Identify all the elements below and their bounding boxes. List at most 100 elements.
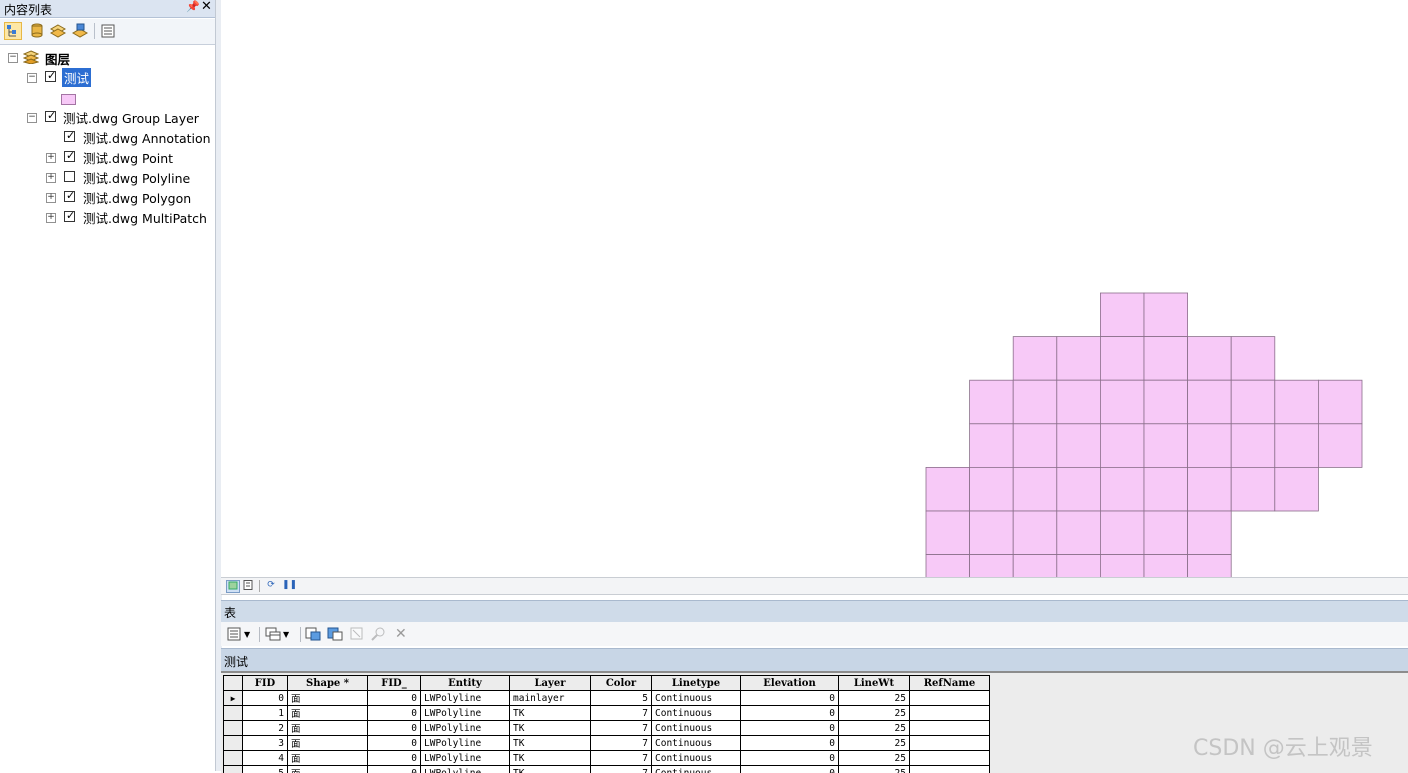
polygon-feature[interactable] <box>1057 467 1101 511</box>
table-cell[interactable]: TK <box>510 721 591 736</box>
table-cell[interactable]: Continuous <box>652 721 741 736</box>
layer-ceshi-symbol[interactable] <box>61 94 76 105</box>
polygon-feature[interactable] <box>1188 555 1232 577</box>
polygon-feature[interactable] <box>926 555 970 577</box>
column-header[interactable]: Shape * <box>288 676 368 691</box>
polygon-feature[interactable] <box>970 424 1014 468</box>
table-cell[interactable]: 25 <box>839 766 910 773</box>
polygon-feature[interactable] <box>1057 337 1101 381</box>
table-cell[interactable]: LWPolyline <box>421 736 510 751</box>
table-cell[interactable]: LWPolyline <box>421 751 510 766</box>
table-options-button[interactable]: ▼ <box>227 626 250 642</box>
table-cell[interactable]: 面 <box>288 766 368 773</box>
table-cell[interactable]: 5 <box>591 691 652 706</box>
polygon-feature[interactable] <box>1188 337 1232 381</box>
table-cell[interactable]: 25 <box>839 706 910 721</box>
polygon-feature[interactable] <box>1275 467 1319 511</box>
row-selector[interactable] <box>224 751 243 766</box>
annotation-layer-checkbox[interactable]: ✓ <box>64 131 75 142</box>
column-header[interactable]: Linetype <box>652 676 741 691</box>
table-cell[interactable]: Continuous <box>652 751 741 766</box>
polyline-layer-label[interactable]: 测试.dwg Polyline <box>83 168 190 187</box>
polygon-feature[interactable] <box>1013 467 1057 511</box>
group-layer-visibility-checkbox[interactable]: ✓ <box>45 111 56 122</box>
group-layer-label[interactable]: 测试.dwg Group Layer <box>63 108 199 127</box>
column-header[interactable]: Layer <box>510 676 591 691</box>
table-cell[interactable] <box>910 736 990 751</box>
table-cell[interactable] <box>910 706 990 721</box>
table-cell[interactable]: 1 <box>243 706 288 721</box>
data-frame-label[interactable]: 图层 <box>45 49 70 68</box>
table-cell[interactable]: 面 <box>288 706 368 721</box>
polygon-feature[interactable] <box>1231 424 1275 468</box>
table-cell[interactable] <box>910 751 990 766</box>
table-cell[interactable]: Continuous <box>652 766 741 773</box>
table-cell[interactable]: TK <box>510 751 591 766</box>
row-selector[interactable] <box>224 721 243 736</box>
options-button[interactable] <box>99 22 117 40</box>
collapse-layer-ceshi-button[interactable]: − <box>27 73 37 83</box>
table-cell[interactable]: 0 <box>741 691 839 706</box>
layout-view-button[interactable] <box>242 580 254 591</box>
polygon-feature[interactable] <box>1275 380 1319 424</box>
expand-polyline-layer-button[interactable]: + <box>46 173 56 183</box>
table-cell[interactable] <box>910 721 990 736</box>
table-cell[interactable]: 0 <box>741 766 839 773</box>
polygon-feature[interactable] <box>926 511 970 555</box>
table-cell[interactable]: 25 <box>839 721 910 736</box>
zoom-to-selected-button[interactable] <box>371 626 386 642</box>
polygon-feature[interactable] <box>970 511 1014 555</box>
table-cell[interactable]: 面 <box>288 721 368 736</box>
table-cell[interactable]: 0 <box>368 736 421 751</box>
data-view-button[interactable] <box>226 580 240 593</box>
column-header[interactable]: Elevation <box>741 676 839 691</box>
collapse-group-layer-button[interactable]: − <box>27 113 37 123</box>
table-cell[interactable]: 7 <box>591 721 652 736</box>
table-cell[interactable]: LWPolyline <box>421 766 510 773</box>
table-cell[interactable]: TK <box>510 736 591 751</box>
polygon-feature[interactable] <box>1318 424 1362 468</box>
list-by-selection-button[interactable] <box>71 22 89 40</box>
column-header[interactable]: RefName <box>910 676 990 691</box>
map-canvas[interactable] <box>221 0 1408 577</box>
polygon-feature[interactable] <box>970 380 1014 424</box>
table-cell[interactable]: 0 <box>368 691 421 706</box>
table-cell[interactable]: 0 <box>741 751 839 766</box>
polygon-feature[interactable] <box>970 467 1014 511</box>
polygon-feature[interactable] <box>1100 293 1144 337</box>
table-cell[interactable]: 2 <box>243 721 288 736</box>
row-selector[interactable] <box>224 766 243 773</box>
table-row[interactable]: 2面0LWPolylineTK7Continuous025 <box>224 721 990 736</box>
table-cell[interactable]: 0 <box>741 706 839 721</box>
layer-ceshi-visibility-checkbox[interactable]: ✓ <box>45 71 56 82</box>
polygon-feature[interactable] <box>1057 555 1101 577</box>
table-tab-label[interactable]: 测试 <box>224 653 248 670</box>
polygon-feature[interactable] <box>1231 467 1275 511</box>
polygon-layer-checkbox[interactable]: ✓ <box>64 191 75 202</box>
point-layer-checkbox[interactable]: ✓ <box>64 151 75 162</box>
layer-ceshi-label[interactable]: 测试 <box>62 68 91 87</box>
polyline-layer-checkbox[interactable] <box>64 171 75 182</box>
polygon-feature[interactable] <box>1013 555 1057 577</box>
table-cell[interactable]: 面 <box>288 751 368 766</box>
table-cell[interactable]: 0 <box>741 721 839 736</box>
polygon-feature[interactable] <box>1144 511 1188 555</box>
polygon-feature[interactable] <box>1188 511 1232 555</box>
polygon-feature[interactable] <box>1100 337 1144 381</box>
polygon-feature[interactable] <box>1144 467 1188 511</box>
collapse-layers-button[interactable]: − <box>8 53 18 63</box>
polygon-feature[interactable] <box>926 467 970 511</box>
polygon-feature[interactable] <box>1100 555 1144 577</box>
list-by-drawing-order-button[interactable] <box>4 22 22 40</box>
row-selector[interactable] <box>224 706 243 721</box>
clear-selection-button[interactable] <box>350 626 364 642</box>
delete-selected-icon[interactable]: ✕ <box>395 626 407 642</box>
expand-multipatch-layer-button[interactable]: + <box>46 213 56 223</box>
point-layer-label[interactable]: 测试.dwg Point <box>83 148 173 167</box>
table-cell[interactable]: 3 <box>243 736 288 751</box>
table-cell[interactable] <box>910 766 990 773</box>
polygon-feature[interactable] <box>1188 380 1232 424</box>
list-by-source-button[interactable] <box>28 22 46 40</box>
table-cell[interactable]: 0 <box>368 766 421 773</box>
table-cell[interactable]: 0 <box>368 721 421 736</box>
